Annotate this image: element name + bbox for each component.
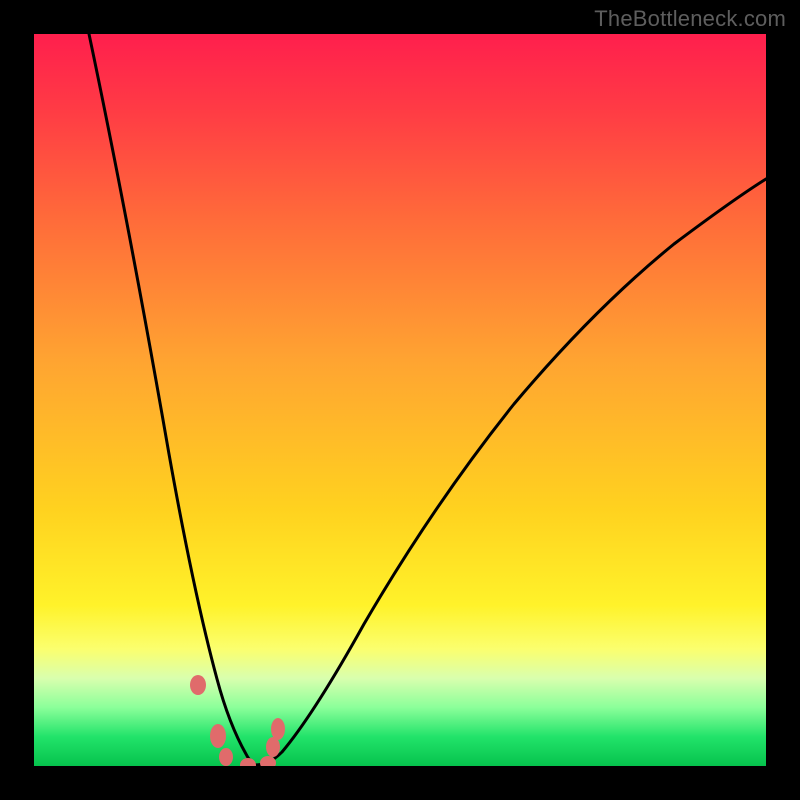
marker-dot	[240, 758, 256, 766]
bottleneck-curve	[34, 34, 766, 766]
data-markers	[190, 675, 285, 766]
marker-dot	[210, 724, 226, 748]
marker-dot	[190, 675, 206, 695]
marker-dot	[219, 748, 233, 766]
watermark-text: TheBottleneck.com	[594, 6, 786, 32]
curve-left-branch	[89, 34, 256, 765]
curve-right-branch	[256, 179, 766, 765]
marker-dot	[266, 737, 280, 757]
chart-frame: TheBottleneck.com	[0, 0, 800, 800]
plot-area	[34, 34, 766, 766]
marker-dot	[271, 718, 285, 740]
